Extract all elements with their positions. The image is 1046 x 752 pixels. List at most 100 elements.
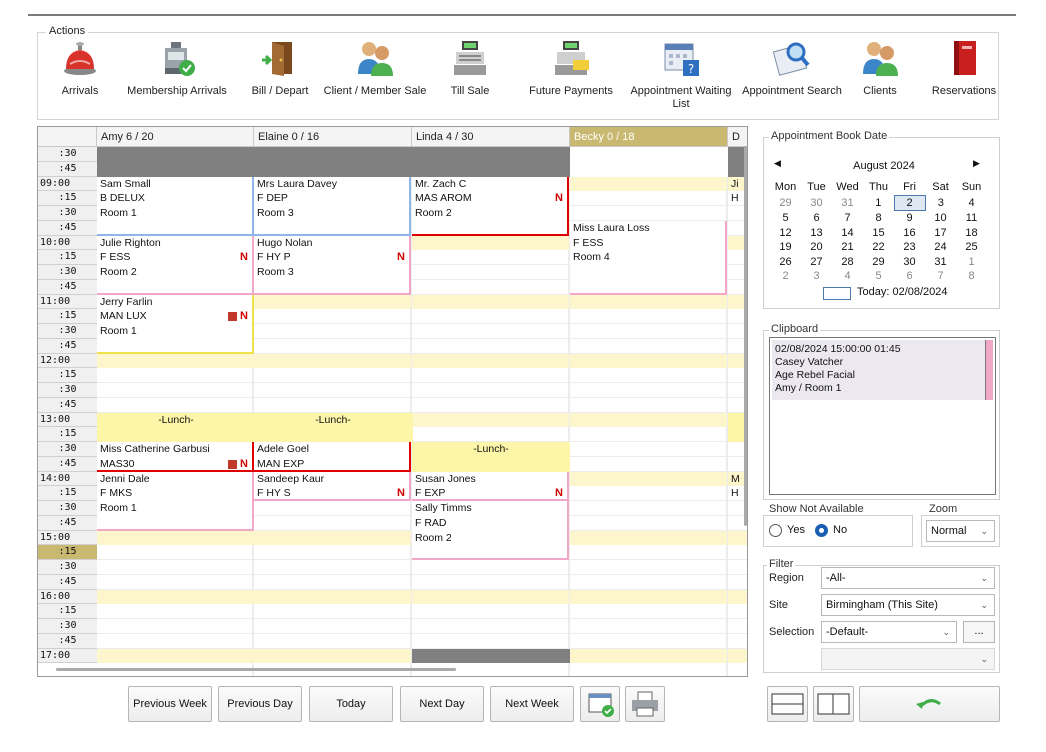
appointment-search-button[interactable]: Appointment Search	[740, 38, 844, 114]
calendar-day[interactable]: 25	[956, 240, 987, 255]
calendar-day[interactable]: 17	[925, 226, 956, 241]
appointment-block[interactable]: Miss Laura Loss F ESS Room 4	[570, 220, 727, 295]
calendar-day[interactable]: 5	[863, 269, 894, 284]
previous-day-button[interactable]: Previous Day	[218, 686, 302, 722]
appointment-block[interactable]: Jerry Farlin MAN LUX Room 1 N	[97, 294, 254, 354]
calendar-day[interactable]: 4	[956, 195, 987, 211]
undo-button[interactable]	[859, 686, 1000, 722]
free-slot[interactable]	[570, 530, 727, 546]
till-sale-button[interactable]: Till Sale	[440, 38, 500, 114]
calendar-day[interactable]: 12	[770, 226, 801, 241]
future-payments-button[interactable]: Future Payments	[526, 38, 616, 114]
free-slot[interactable]	[728, 648, 747, 664]
free-slot[interactable]	[254, 589, 411, 605]
grid-row[interactable]	[97, 368, 747, 383]
appointment-waiting-list-button[interactable]: ? Appointment Waiting List	[626, 38, 736, 114]
calendar-table[interactable]: Mon Tue Wed Thu Fri Sat Sun 29 30 31 1 2 3 4 5 6 7 8 9 10 1…	[770, 180, 987, 284]
appointment-block[interactable]: Sally Timms F RAD Room 2	[412, 501, 569, 560]
free-slot[interactable]	[97, 589, 254, 605]
column-header-linda[interactable]: Linda 4 / 30	[412, 127, 570, 147]
grid-row[interactable]	[97, 383, 747, 398]
free-slot[interactable]	[412, 353, 569, 369]
calendar-day[interactable]: 13	[801, 226, 832, 241]
calendar-day[interactable]: 16	[894, 226, 925, 241]
grid-row[interactable]	[97, 575, 747, 590]
calendar-day[interactable]: 18	[956, 226, 987, 241]
calendar-day[interactable]: 29	[770, 195, 801, 211]
arrivals-button[interactable]: Arrivals	[52, 38, 108, 114]
free-slot[interactable]	[570, 648, 727, 664]
calendar-day[interactable]: 30	[801, 195, 832, 211]
yes-radio[interactable]	[769, 524, 782, 537]
calendar-day[interactable]: 27	[801, 255, 832, 270]
calendar-day[interactable]: 6	[801, 211, 832, 226]
free-slot[interactable]	[97, 353, 254, 369]
calendar-day[interactable]: 8	[863, 211, 894, 226]
free-slot[interactable]	[412, 412, 569, 428]
today-link[interactable]: Today: 02/08/2024	[857, 286, 948, 298]
column-header-becky[interactable]: Becky 0 / 18	[570, 127, 728, 147]
clipboard-item[interactable]: 02/08/2024 15:00:00 01:45 Casey Vatcher …	[772, 340, 993, 400]
grid-row[interactable]	[97, 619, 747, 634]
free-slot[interactable]	[570, 176, 727, 192]
appointment-block[interactable]: Adele Goel MAN EXP	[254, 442, 411, 472]
free-slot[interactable]	[254, 648, 411, 664]
prev-month-icon[interactable]: ◀	[774, 158, 781, 169]
calendar-day[interactable]: 2	[770, 269, 801, 284]
calendar-day[interactable]: 19	[770, 240, 801, 255]
appointment-block[interactable]: Jenni Dale F MKS Room 1	[97, 471, 254, 531]
calendar-day[interactable]: 31	[925, 255, 956, 270]
free-slot[interactable]	[254, 530, 411, 546]
previous-week-button[interactable]: Previous Week	[128, 686, 212, 722]
bill-depart-button[interactable]: Bill / Depart	[246, 38, 314, 114]
free-slot[interactable]	[254, 353, 411, 369]
calendar-day[interactable]: 7	[832, 211, 863, 226]
free-slot[interactable]	[728, 589, 747, 605]
appointment-block[interactable]: Hugo Nolan F HY P Room 3 N	[254, 235, 411, 295]
membership-arrivals-button[interactable]: Membership Arrivals	[126, 38, 228, 114]
free-slot[interactable]	[254, 294, 411, 310]
region-select[interactable]: -All- ⌄	[821, 567, 995, 589]
selection-browse-button[interactable]: ...	[963, 621, 995, 643]
today-button[interactable]: Today	[309, 686, 393, 722]
appointment-block[interactable]: Mrs Laura Davey F DEP Room 3	[254, 176, 411, 236]
calendar-day[interactable]: 11	[956, 211, 987, 226]
reservations-button[interactable]: Reservations	[928, 38, 1000, 114]
appointment-block[interactable]: Sam Small B DELUX Room 1	[97, 176, 254, 236]
zoom-select[interactable]: Normal ⌄	[926, 520, 995, 542]
calendar-day[interactable]: 26	[770, 255, 801, 270]
extra-filter-select[interactable]: ⌄	[821, 648, 995, 670]
calendar-day[interactable]: 20	[801, 240, 832, 255]
clipboard-list[interactable]: 02/08/2024 15:00:00 01:45 Casey Vatcher …	[769, 337, 996, 495]
clients-button[interactable]: Clients	[856, 38, 904, 114]
appointment-grid[interactable]: Amy 6 / 20 Elaine 0 / 16 Linda 4 / 30 Be…	[37, 126, 748, 677]
site-select[interactable]: Birmingham (This Site) ⌄	[821, 594, 995, 616]
free-slot[interactable]	[412, 589, 569, 605]
free-slot[interactable]	[412, 294, 569, 310]
next-day-button[interactable]: Next Day	[400, 686, 484, 722]
calendar-day[interactable]: 3	[801, 269, 832, 284]
free-slot[interactable]	[97, 648, 254, 664]
free-slot[interactable]	[97, 530, 254, 546]
calendar-day[interactable]: 8	[956, 269, 987, 284]
grid-row[interactable]	[97, 634, 747, 649]
column-header-d[interactable]: D	[728, 127, 747, 147]
calendar-day[interactable]: 22	[863, 240, 894, 255]
appointment-block[interactable]: Sandeep Kaur F HY S N	[254, 471, 411, 501]
appointment-block[interactable]: Mr. Zach C MAS AROM Room 2 N	[412, 176, 569, 236]
calendar-day[interactable]: 10	[925, 211, 956, 226]
horizontal-scrollbar[interactable]	[56, 668, 456, 671]
becky-open-slot[interactable]	[570, 147, 728, 177]
calendar-day[interactable]: 14	[832, 226, 863, 241]
calendar-day[interactable]: 24	[925, 240, 956, 255]
print-button[interactable]	[625, 686, 665, 722]
calendar-day[interactable]: 9	[894, 211, 925, 226]
calendar-day[interactable]: 6	[894, 269, 925, 284]
free-slot[interactable]	[570, 353, 727, 369]
calendar-day[interactable]: 5	[770, 211, 801, 226]
free-slot[interactable]	[570, 412, 727, 428]
calendar-day[interactable]: 4	[832, 269, 863, 284]
grid-row[interactable]	[97, 398, 747, 413]
next-week-button[interactable]: Next Week	[490, 686, 574, 722]
calendar-day[interactable]: 31	[832, 195, 863, 211]
